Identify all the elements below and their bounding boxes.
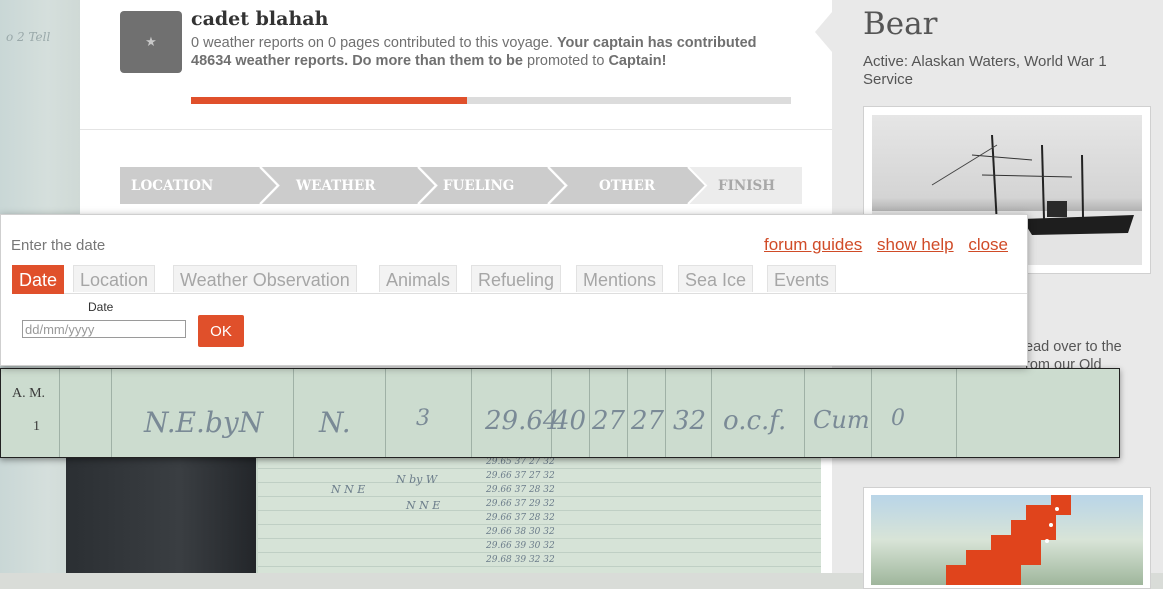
zoom-header: A. M. bbox=[12, 386, 46, 401]
tab-refueling[interactable]: Refueling bbox=[471, 265, 562, 292]
step-finish[interactable]: FINISH bbox=[718, 167, 775, 204]
user-avatar: ★ bbox=[120, 11, 182, 73]
ledger-ink: 29.65 37 27 32 bbox=[486, 457, 555, 467]
ledger-page-image[interactable]: N by W N N E N N E 29.65 37 27 32 29.66 … bbox=[66, 455, 821, 573]
date-field-label: Date bbox=[88, 300, 114, 314]
ledger-ink: N N E bbox=[331, 483, 366, 496]
user-stats: 0 weather reports on 0 pages contributed… bbox=[191, 34, 761, 70]
step-location[interactable]: LOCATION bbox=[131, 167, 213, 204]
ledger-binding bbox=[66, 455, 256, 573]
ledger-ink: 29.68 39 32 32 bbox=[486, 555, 555, 565]
map-track bbox=[946, 495, 1071, 585]
ok-button[interactable]: OK bbox=[198, 315, 244, 347]
dialog-title: Enter the date bbox=[11, 237, 106, 254]
voyage-map-frame bbox=[863, 487, 1151, 589]
progress-bar bbox=[191, 97, 791, 104]
ledger-ink: N by W bbox=[396, 473, 438, 486]
column-line bbox=[627, 369, 628, 457]
ledger-ink: 29.66 37 29 32 bbox=[486, 499, 555, 509]
zoom-entry-direction: N. bbox=[319, 406, 351, 439]
divider bbox=[80, 129, 832, 130]
column-line bbox=[59, 369, 60, 457]
column-line bbox=[111, 369, 112, 457]
column-line bbox=[385, 369, 386, 457]
step-bar: LOCATION WEATHER FUELING OTHER FINISH bbox=[120, 167, 802, 204]
step-other[interactable]: OTHER bbox=[599, 167, 655, 204]
step-fueling[interactable]: FUELING bbox=[443, 167, 514, 204]
ship-active: Active: Alaskan Waters, World War 1 Serv… bbox=[863, 53, 1107, 88]
entry-dialog: Enter the date forum guides show help cl… bbox=[0, 214, 1028, 366]
zoom-entry-force: 3 bbox=[416, 406, 430, 431]
tab-events[interactable]: Events bbox=[767, 265, 837, 292]
tab-location[interactable]: Location bbox=[73, 265, 156, 292]
dialog-links: forum guides show help close bbox=[754, 235, 1008, 255]
zoom-entry-weather: o.c.f. bbox=[723, 406, 787, 436]
sidebar-text-line-1: ead over to the bbox=[1025, 339, 1122, 355]
voyage-map[interactable] bbox=[871, 495, 1143, 585]
zoom-row-number: 1 bbox=[33, 419, 40, 434]
column-line bbox=[293, 369, 294, 457]
rank-text: Captain! bbox=[608, 53, 667, 69]
zoom-entry-wind: N.E.byN bbox=[144, 406, 264, 439]
column-line bbox=[871, 369, 872, 457]
ledger-ink: N N E bbox=[406, 499, 441, 512]
dialog-tabs: Date Location Weather Observation Animal… bbox=[12, 265, 1027, 294]
zoom-entry-temp-1: 40 bbox=[553, 406, 587, 436]
zoom-entry-clouds: Cum bbox=[813, 406, 870, 434]
promote-text: promoted to bbox=[527, 53, 605, 69]
column-line bbox=[804, 369, 805, 457]
ledger-ink: 29.66 38 30 32 bbox=[486, 527, 555, 537]
column-line bbox=[956, 369, 957, 457]
date-input[interactable] bbox=[22, 320, 186, 338]
zoom-entry-temp-2: 27 bbox=[592, 406, 626, 436]
ledger-ink: 29.66 37 28 32 bbox=[486, 485, 555, 495]
ship-name: Bear bbox=[863, 6, 938, 42]
tab-animals[interactable]: Animals bbox=[379, 265, 458, 292]
sidebar-notch bbox=[815, 12, 832, 52]
zoom-entry-temp-4: 32 bbox=[673, 406, 707, 436]
column-line bbox=[471, 369, 472, 457]
progress-fill bbox=[191, 97, 467, 104]
ledger-ink: 29.66 39 30 32 bbox=[486, 541, 555, 551]
zoom-strip: A. M. 1 N.E.byN N. 3 29.64 40 27 27 32 o… bbox=[0, 368, 1120, 458]
user-name: cadet blahah bbox=[191, 8, 329, 30]
close-link[interactable]: close bbox=[968, 235, 1008, 254]
ledger-ink: 29.66 37 28 32 bbox=[486, 513, 555, 523]
tab-sea-ice[interactable]: Sea Ice bbox=[678, 265, 754, 292]
star-icon: ★ bbox=[145, 34, 157, 49]
step-weather[interactable]: WEATHER bbox=[296, 167, 376, 204]
column-line bbox=[589, 369, 590, 457]
user-stats-text: 0 weather reports on 0 pages contributed… bbox=[191, 35, 553, 51]
tab-date[interactable]: Date bbox=[12, 265, 65, 294]
column-line bbox=[665, 369, 666, 457]
tab-mentions[interactable]: Mentions bbox=[576, 265, 664, 292]
background-scribble: o 2 Tell bbox=[6, 30, 51, 44]
zoom-entry-pressure: 29.64 bbox=[485, 406, 560, 436]
show-help-link[interactable]: show help bbox=[877, 235, 954, 254]
zoom-entry-sea: 0 bbox=[891, 406, 905, 431]
forum-guides-link[interactable]: forum guides bbox=[764, 235, 862, 254]
column-line bbox=[711, 369, 712, 457]
tab-weather-observation[interactable]: Weather Observation bbox=[173, 265, 357, 292]
ledger-ink: 29.66 37 27 32 bbox=[486, 471, 555, 481]
zoom-entry-temp-3: 27 bbox=[631, 406, 665, 436]
